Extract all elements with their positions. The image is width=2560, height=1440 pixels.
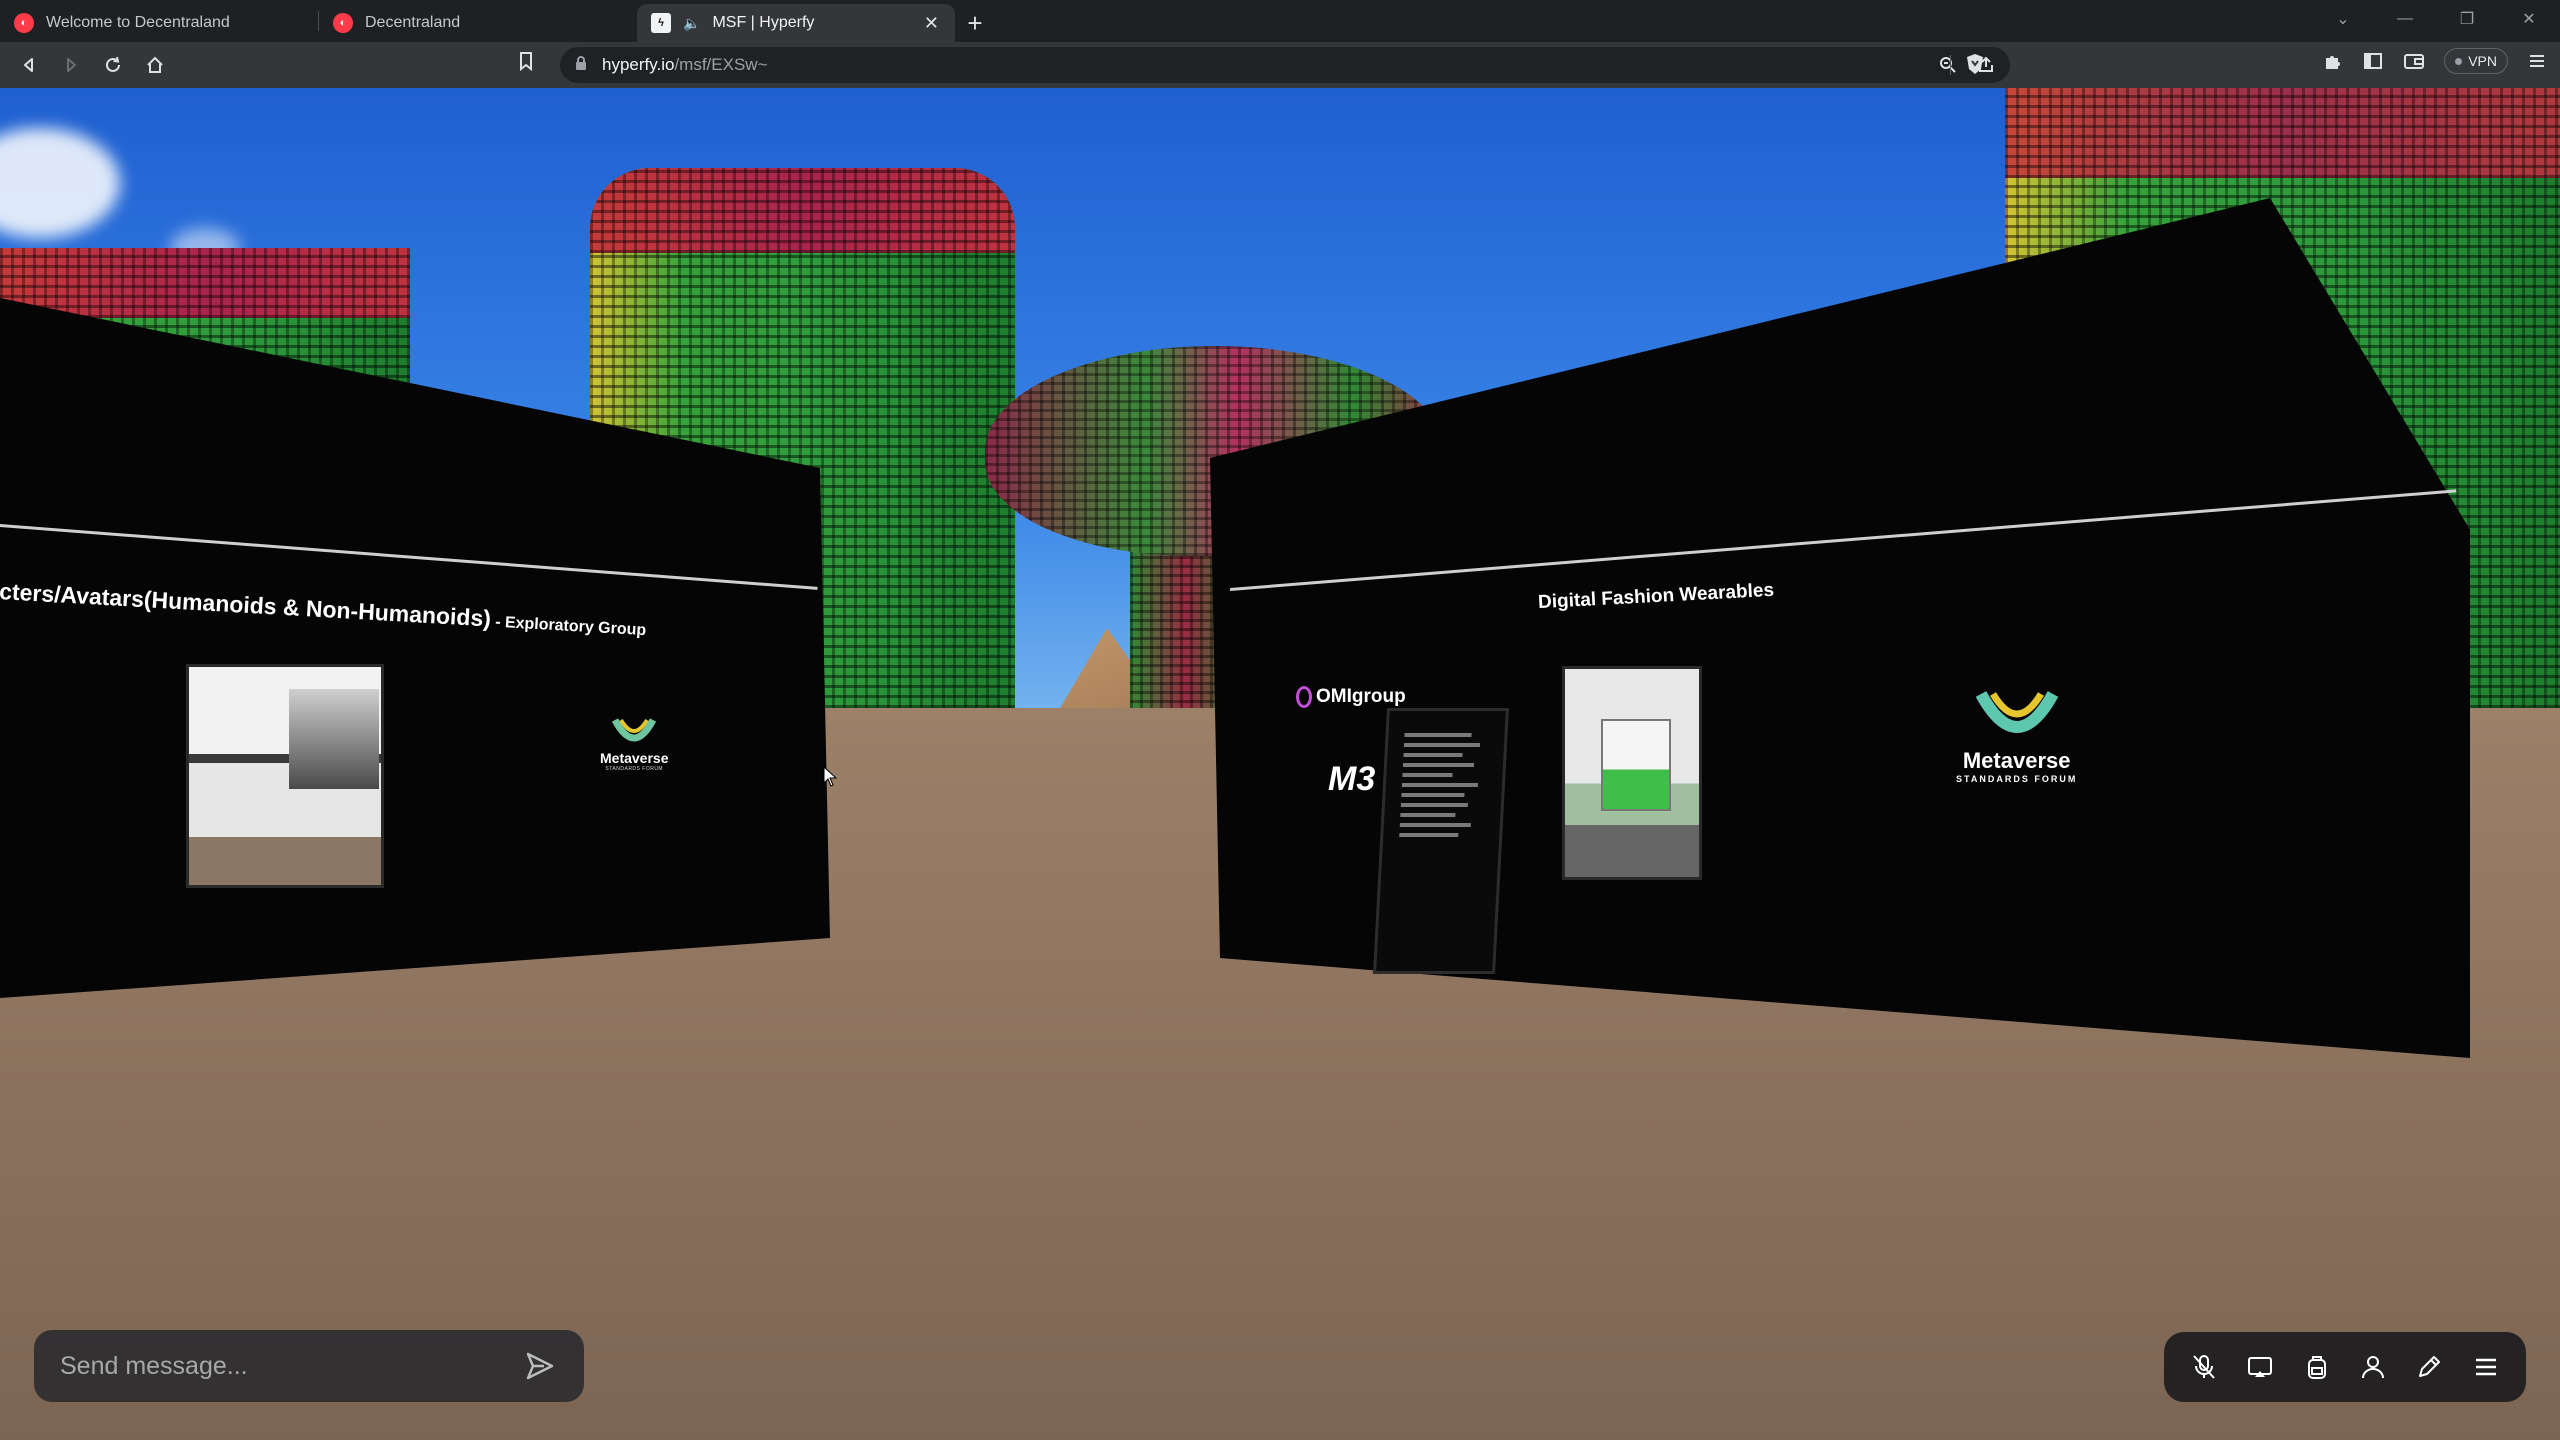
zoom-icon[interactable]	[1938, 55, 1958, 75]
tab-msf-hyperfy[interactable]: ϟ 🔈 MSF | Hyperfy ✕	[637, 4, 955, 42]
close-window-icon[interactable]: ✕	[2498, 0, 2560, 38]
send-button[interactable]	[520, 1346, 560, 1386]
home-icon	[147, 56, 163, 73]
m3-logo: M3	[1328, 760, 1376, 798]
menu-hamburger-icon[interactable]	[2526, 50, 2548, 72]
send-icon	[526, 1352, 554, 1380]
bookmark-icon	[520, 52, 532, 72]
sidebar-icon[interactable]	[2362, 50, 2384, 72]
msf-logo-sub: STANDARDS FORUM	[605, 766, 664, 772]
msf-logo-name: Metaverse	[600, 750, 669, 766]
reload-button[interactable]	[92, 44, 134, 86]
speaker-icon[interactable]: 🔈	[683, 15, 700, 32]
browser-toolbar: hyperfy.io /msf/EXSw~ VPN	[0, 42, 2560, 88]
url-path: /msf/EXSw~	[674, 55, 768, 74]
msf-heart-icon	[1975, 691, 2058, 733]
left-building-doorway[interactable]	[186, 664, 384, 888]
back-button[interactable]	[8, 44, 50, 86]
backpack-icon	[2307, 1356, 2326, 1379]
vpn-status-dot	[2455, 57, 2463, 65]
forward-icon	[67, 58, 76, 72]
mouse-cursor-icon	[823, 766, 837, 787]
reload-icon	[106, 56, 120, 72]
tab-label: Welcome to Decentraland	[46, 14, 230, 31]
vpn-label: VPN	[2468, 53, 2497, 69]
toolbar-divider	[1950, 55, 1951, 75]
bookmark-button[interactable]	[516, 50, 536, 77]
avatar-icon	[2362, 1356, 2385, 1379]
menu-icon	[2475, 1358, 2496, 1376]
msf-logo-right: Metaverse STANDARDS FORUM	[1956, 688, 2077, 784]
tab-search-icon[interactable]: ⌄	[2312, 0, 2374, 38]
tab-welcome-decentraland[interactable]: ◐ Welcome to Decentraland	[0, 4, 318, 42]
wallet-icon[interactable]	[2402, 50, 2426, 72]
world-controls-bar	[2164, 1332, 2526, 1402]
new-tab-button[interactable]: +	[955, 4, 995, 42]
close-tab-icon[interactable]: ✕	[924, 13, 939, 34]
build-button[interactable]	[2407, 1345, 2451, 1389]
screen-share-icon	[2248, 1357, 2273, 1377]
avatar-button[interactable]	[2351, 1345, 2395, 1389]
inventory-button[interactable]	[2295, 1345, 2339, 1389]
mic-off-icon	[2193, 1355, 2215, 1379]
chat-box	[34, 1330, 584, 1402]
msf-logo-left: Metaverse STANDARDS FORUM	[600, 716, 669, 772]
right-building-doorway[interactable]	[1562, 666, 1702, 880]
home-button[interactable]	[134, 44, 176, 86]
toolbar-actions: VPN	[2322, 48, 2548, 74]
browser-tab-strip: ◐ Welcome to Decentraland ◐ Decentraland…	[0, 0, 2560, 42]
window-controls: ⌄ — ❐ ✕	[2312, 0, 2560, 38]
restore-icon[interactable]: ❐	[2436, 0, 2498, 38]
extensions-icon[interactable]	[2322, 50, 2344, 72]
build-pencil-icon	[2419, 1356, 2441, 1377]
url-host: hyperfy.io	[602, 55, 675, 74]
vpn-button[interactable]: VPN	[2444, 48, 2508, 74]
tab-decentraland[interactable]: ◐ Decentraland	[319, 4, 637, 42]
address-bar[interactable]: hyperfy.io /msf/EXSw~	[560, 47, 2010, 83]
msf-logo-sub: STANDARDS FORUM	[1956, 774, 2078, 784]
omi-ring-icon	[1296, 686, 1312, 708]
back-icon	[24, 58, 33, 72]
world-viewport[interactable]: cters/Avatars(Humanoids & Non-Humanoids)…	[0, 88, 2560, 1440]
screen-share-button[interactable]	[2238, 1345, 2282, 1389]
chat-input[interactable]	[58, 1350, 520, 1382]
wearable-poster	[1601, 719, 1671, 811]
main-menu-button[interactable]	[2464, 1345, 2508, 1389]
brave-shield-button[interactable]	[1964, 52, 1986, 81]
omi-group-logo: OMIgroup	[1296, 686, 1406, 708]
msf-heart-icon	[612, 718, 657, 742]
shield-icon	[1967, 54, 1983, 74]
forward-button[interactable]	[50, 44, 92, 86]
decentraland-icon: ◐	[333, 13, 353, 33]
tab-label: Decentraland	[365, 14, 461, 31]
tab-label: MSF | Hyperfy	[712, 14, 815, 31]
sandwich-board-sign[interactable]	[1373, 708, 1509, 974]
hyperfy-icon: ϟ	[651, 13, 671, 33]
msf-logo-name: Metaverse	[1962, 748, 2071, 773]
minimize-icon[interactable]: —	[2374, 0, 2436, 38]
mic-toggle-button[interactable]	[2182, 1345, 2226, 1389]
omi-label: OMIgroup	[1316, 686, 1406, 707]
decentraland-icon: ◐	[14, 13, 34, 33]
avatar-poster	[289, 689, 379, 789]
lock-icon[interactable]	[574, 55, 588, 76]
